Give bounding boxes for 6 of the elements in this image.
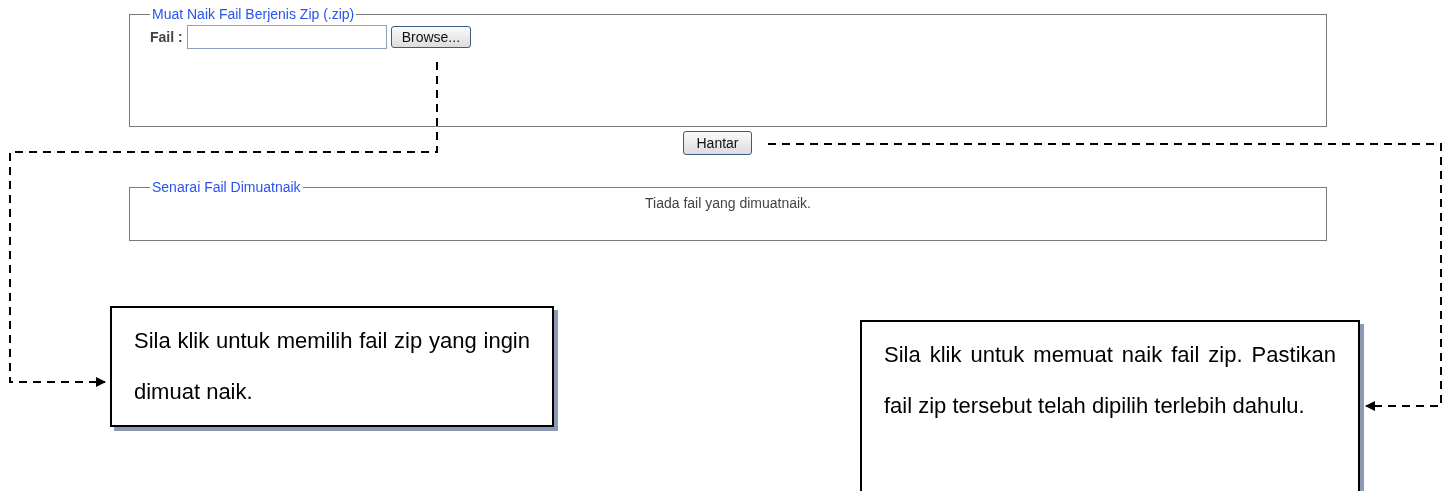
submit-button[interactable]: Hantar — [683, 131, 752, 155]
panel-title: Muat Naik Fail Berjenis Zip (.zip) — [151, 6, 356, 22]
panel-title: Senarai Fail Dimuatnaik — [151, 179, 302, 195]
field-label: Fail : — [150, 29, 183, 45]
browse-button[interactable]: Browse... — [390, 26, 472, 48]
empty-message: Tiada fail yang dimuatnaik. — [644, 195, 812, 211]
